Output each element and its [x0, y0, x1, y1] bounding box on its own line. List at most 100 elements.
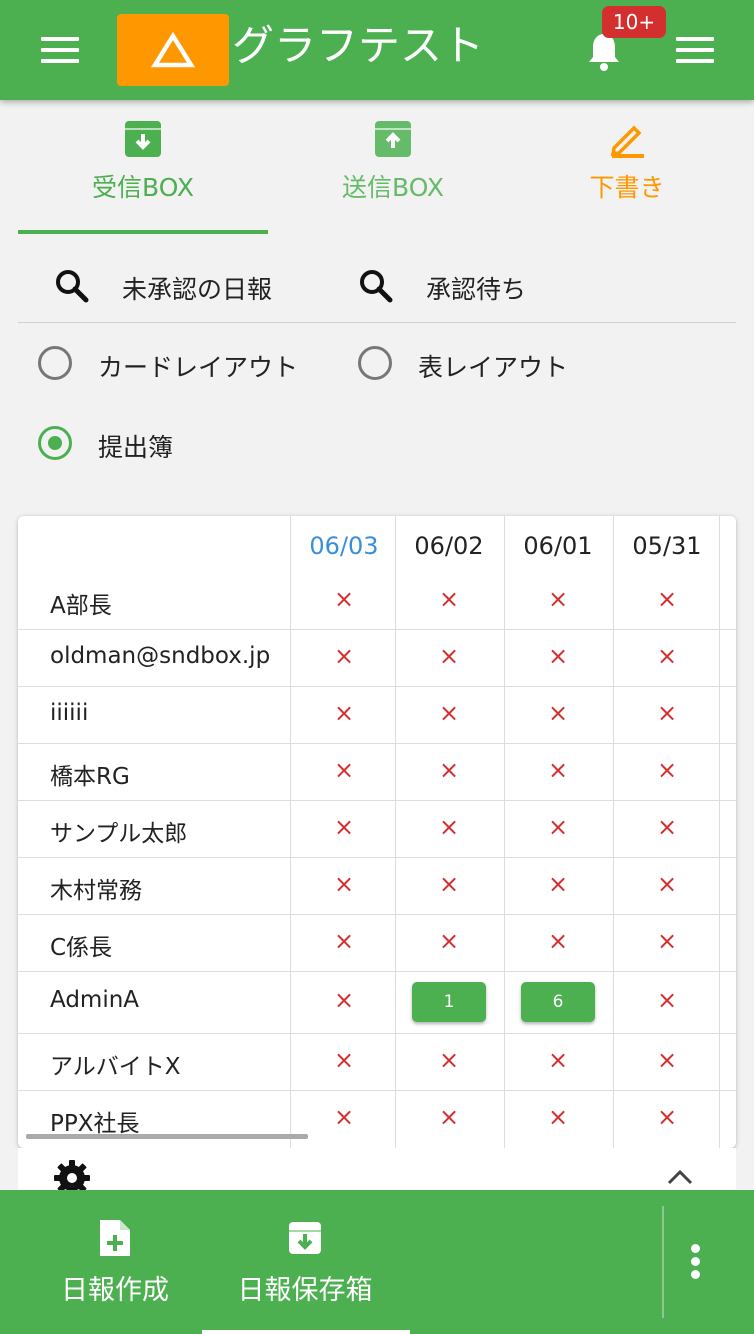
tab-drafts-label: 下書き	[589, 173, 665, 202]
not-submitted-mark[interactable]: ×	[290, 642, 398, 670]
not-submitted-mark[interactable]: ×	[395, 699, 503, 727]
employee-name: AdminA	[50, 987, 140, 1013]
table-row-divider	[18, 914, 736, 915]
triangle-logo-icon	[150, 31, 196, 68]
not-submitted-mark[interactable]: ×	[395, 642, 503, 670]
not-submitted-mark[interactable]: ×	[613, 986, 721, 1014]
employee-name: iiiiii	[50, 699, 89, 726]
not-submitted-mark[interactable]: ×	[613, 1103, 721, 1131]
bottom-navigation: 日報作成 日報保存箱	[0, 1190, 754, 1334]
not-submitted-mark[interactable]: ×	[504, 1103, 612, 1131]
active-tab-indicator	[18, 230, 268, 234]
home-indicator	[202, 1330, 410, 1334]
not-submitted-mark[interactable]: ×	[290, 927, 398, 955]
app-bar: グラフテスト 10+	[0, 0, 754, 100]
nav-report-archive-label: 日報保存箱	[237, 1275, 373, 1306]
menu-icon[interactable]	[676, 37, 714, 63]
new-document-icon	[100, 1220, 130, 1256]
radio-card-layout[interactable]: カードレイアウト	[38, 344, 328, 388]
tab-outbox[interactable]: 送信BOX	[268, 100, 518, 240]
not-submitted-mark[interactable]: ×	[504, 642, 612, 670]
table-row-divider	[18, 629, 736, 630]
tab-drafts[interactable]: 下書き	[502, 100, 752, 240]
not-submitted-mark[interactable]: ×	[504, 756, 612, 784]
horizontal-scrollbar[interactable]	[26, 1134, 308, 1139]
radio-table-layout[interactable]: 表レイアウト	[358, 344, 598, 388]
tab-inbox[interactable]: 受信BOX	[18, 100, 268, 240]
not-submitted-mark[interactable]: ×	[613, 927, 721, 955]
table-row-divider	[18, 1090, 736, 1091]
not-submitted-mark[interactable]: ×	[290, 699, 398, 727]
notification-badge: 10+	[602, 6, 666, 38]
not-submitted-mark[interactable]: ×	[290, 813, 398, 841]
not-submitted-mark[interactable]: ×	[290, 1103, 398, 1131]
table-row-divider	[18, 1033, 736, 1034]
menu-icon[interactable]	[41, 37, 79, 63]
table-row-divider	[18, 800, 736, 801]
submission-table[interactable]: 06/03 06/02 06/01 05/31 A部長 × × × × oldman@sndbox…	[18, 516, 736, 1148]
nav-divider	[662, 1206, 664, 1318]
not-submitted-mark[interactable]: ×	[613, 642, 721, 670]
nav-create-report[interactable]: 日報作成	[30, 1190, 200, 1334]
nav-create-report-label: 日報作成	[61, 1275, 169, 1306]
table-row-divider	[18, 686, 736, 687]
not-submitted-mark[interactable]: ×	[290, 756, 398, 784]
date-column-header[interactable]: 06/03	[290, 532, 398, 560]
radio-submission-book-label: 提出簿	[98, 433, 174, 462]
not-submitted-mark[interactable]: ×	[504, 699, 612, 727]
not-submitted-mark[interactable]: ×	[290, 870, 398, 898]
app-logo[interactable]	[117, 14, 229, 86]
radio-submission-book[interactable]: 提出簿	[38, 424, 198, 468]
radio-card-layout-label: カードレイアウト	[98, 353, 299, 382]
not-submitted-mark[interactable]: ×	[290, 986, 398, 1014]
not-submitted-mark[interactable]: ×	[504, 1046, 612, 1074]
not-submitted-mark[interactable]: ×	[613, 699, 721, 727]
search-filters: 未承認の日報 承認待ち	[18, 250, 736, 323]
not-submitted-mark[interactable]: ×	[395, 813, 503, 841]
not-submitted-mark[interactable]: ×	[395, 927, 503, 955]
submission-count-button[interactable]: 6	[521, 982, 595, 1022]
search-awaiting-label: 承認待ち	[426, 275, 527, 304]
search-unapproved-reports[interactable]: 未承認の日報	[54, 268, 314, 304]
date-column-header[interactable]: 06/01	[504, 532, 612, 560]
not-submitted-mark[interactable]: ×	[613, 585, 721, 613]
date-column-header[interactable]: 05/31	[613, 532, 721, 560]
tab-outbox-label: 送信BOX	[342, 173, 444, 202]
employee-name: 木村常務	[50, 877, 142, 904]
outbox-upload-icon	[375, 121, 411, 157]
tab-inbox-label: 受信BOX	[92, 173, 194, 202]
not-submitted-mark[interactable]: ×	[504, 585, 612, 613]
chevron-up-icon[interactable]	[666, 1168, 694, 1186]
search-icon	[56, 270, 89, 303]
not-submitted-mark[interactable]: ×	[613, 813, 721, 841]
not-submitted-mark[interactable]: ×	[395, 1103, 503, 1131]
not-submitted-mark[interactable]: ×	[395, 585, 503, 613]
not-submitted-mark[interactable]: ×	[290, 585, 398, 613]
box-tabs: 受信BOX 送信BOX 下書き	[0, 100, 754, 240]
employee-name: C係長	[50, 934, 113, 961]
search-awaiting-approval[interactable]: 承認待ち	[358, 268, 578, 304]
not-submitted-mark[interactable]: ×	[504, 813, 612, 841]
not-submitted-mark[interactable]: ×	[290, 1046, 398, 1074]
employee-name: A部長	[50, 592, 112, 619]
not-submitted-mark[interactable]: ×	[504, 927, 612, 955]
nav-report-archive[interactable]: 日報保存箱	[210, 1190, 400, 1334]
not-submitted-mark[interactable]: ×	[395, 870, 503, 898]
inbox-download-icon	[125, 121, 161, 157]
date-column-header[interactable]: 06/02	[395, 532, 503, 560]
not-submitted-mark[interactable]: ×	[613, 870, 721, 898]
not-submitted-mark[interactable]: ×	[613, 756, 721, 784]
search-unapproved-label: 未承認の日報	[122, 275, 273, 304]
employee-name: 橋本RG	[50, 763, 130, 790]
employee-name: PPX社長	[50, 1110, 140, 1137]
app-title: グラフテスト	[232, 21, 485, 70]
search-icon	[360, 270, 393, 303]
not-submitted-mark[interactable]: ×	[395, 1046, 503, 1074]
submission-count-button[interactable]: 1	[412, 982, 486, 1022]
kebab-menu-icon[interactable]	[691, 1244, 700, 1280]
not-submitted-mark[interactable]: ×	[504, 870, 612, 898]
not-submitted-mark[interactable]: ×	[613, 1046, 721, 1074]
not-submitted-mark[interactable]: ×	[395, 756, 503, 784]
employee-name: アルバイトX	[50, 1053, 181, 1080]
employee-name: サンプル太郎	[50, 820, 188, 847]
